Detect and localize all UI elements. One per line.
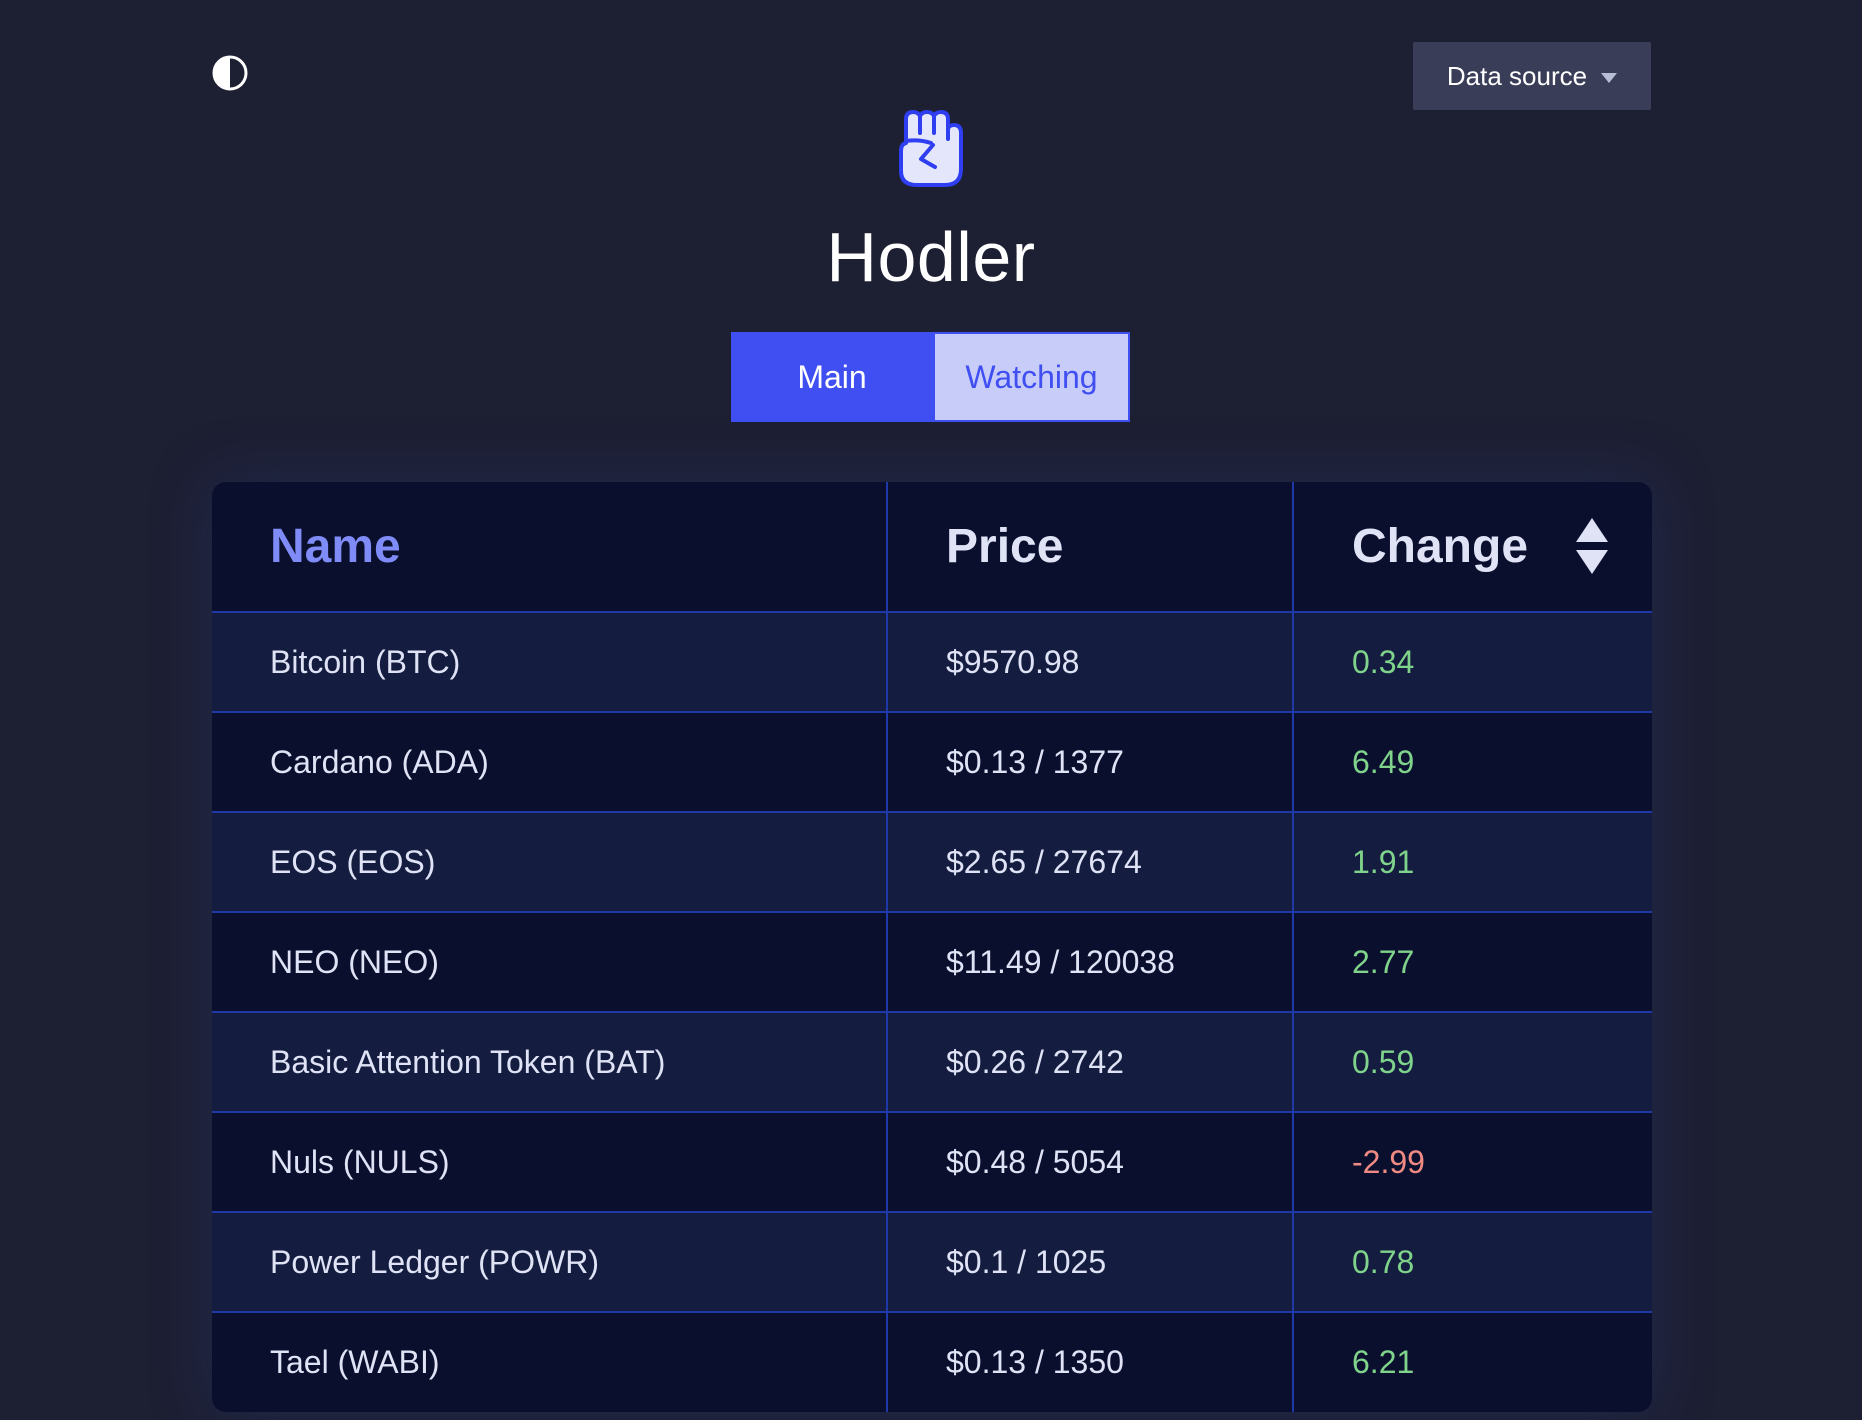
column-header-price[interactable]: Price <box>886 482 1293 613</box>
data-source-label: Data source <box>1446 60 1588 91</box>
column-header-name-label: Name <box>270 520 401 573</box>
coin-name: Basic Attention Token (BAT) <box>212 1012 887 1113</box>
coin-table: Name Price Change Bitcoin (BTC) $9570.98… <box>212 482 1652 1412</box>
column-header-change-label: Change <box>1352 519 1529 573</box>
coin-price: $9570.98 <box>886 612 1293 713</box>
table-row[interactable]: Basic Attention Token (BAT) $0.26 / 2742… <box>212 1012 1652 1113</box>
sort-icon[interactable] <box>1575 518 1609 575</box>
coin-change: 2.77 <box>1292 912 1652 1013</box>
coin-name: Nuls (NULS) <box>212 1112 887 1213</box>
coin-price: $0.13 / 1350 <box>886 1312 1293 1412</box>
coin-change: -2.99 <box>1292 1112 1652 1213</box>
table-body: Bitcoin (BTC) $9570.98 0.34 Cardano (ADA… <box>212 612 1652 1412</box>
coin-name: Bitcoin (BTC) <box>212 612 887 713</box>
coin-change: 6.49 <box>1292 712 1652 813</box>
coin-change: 0.59 <box>1292 1012 1652 1113</box>
coin-name: EOS (EOS) <box>212 812 887 913</box>
coin-price: $0.13 / 1377 <box>886 712 1293 813</box>
coin-price: $2.65 / 27674 <box>886 812 1293 913</box>
app-title: Hodler <box>826 218 1036 296</box>
coin-change: 0.34 <box>1292 612 1652 713</box>
tab-main[interactable]: Main <box>731 332 933 422</box>
table-row[interactable]: NEO (NEO) $11.49 / 120038 2.77 <box>212 912 1652 1013</box>
coin-change: 1.91 <box>1292 812 1652 913</box>
coin-name: Cardano (ADA) <box>212 712 887 813</box>
tab-bar: Main Watching <box>731 332 1130 422</box>
table-row[interactable]: Cardano (ADA) $0.13 / 1377 6.49 <box>212 712 1652 813</box>
coin-change: 0.78 <box>1292 1212 1652 1313</box>
coin-name: Power Ledger (POWR) <box>212 1212 887 1313</box>
column-header-price-label: Price <box>946 520 1064 573</box>
coin-change: 6.21 <box>1292 1312 1652 1412</box>
table-row[interactable]: Power Ledger (POWR) $0.1 / 1025 0.78 <box>212 1212 1652 1313</box>
table-header-row: Name Price Change <box>212 482 1652 613</box>
coin-price: $0.48 / 5054 <box>886 1112 1293 1213</box>
chevron-down-icon <box>1601 73 1618 83</box>
app-page: Data source Hodler Main Watching Name Pr… <box>0 0 1862 1420</box>
coin-price: $11.49 / 120038 <box>886 912 1293 1013</box>
coin-price: $0.1 / 1025 <box>886 1212 1293 1313</box>
table-row[interactable]: Tael (WABI) $0.13 / 1350 6.21 <box>212 1312 1652 1412</box>
coin-price: $0.26 / 2742 <box>886 1012 1293 1113</box>
contrast-icon[interactable] <box>211 54 249 92</box>
coin-name: NEO (NEO) <box>212 912 887 1013</box>
tab-watching[interactable]: Watching <box>933 332 1130 422</box>
column-header-change[interactable]: Change <box>1292 482 1652 613</box>
coin-name: Tael (WABI) <box>212 1312 887 1412</box>
data-source-dropdown[interactable]: Data source <box>1413 42 1651 110</box>
table-row[interactable]: EOS (EOS) $2.65 / 27674 1.91 <box>212 812 1652 913</box>
table-row[interactable]: Bitcoin (BTC) $9570.98 0.34 <box>212 612 1652 713</box>
raised-fist-icon <box>893 109 969 189</box>
column-header-name[interactable]: Name <box>212 482 887 613</box>
table-row[interactable]: Nuls (NULS) $0.48 / 5054 -2.99 <box>212 1112 1652 1213</box>
